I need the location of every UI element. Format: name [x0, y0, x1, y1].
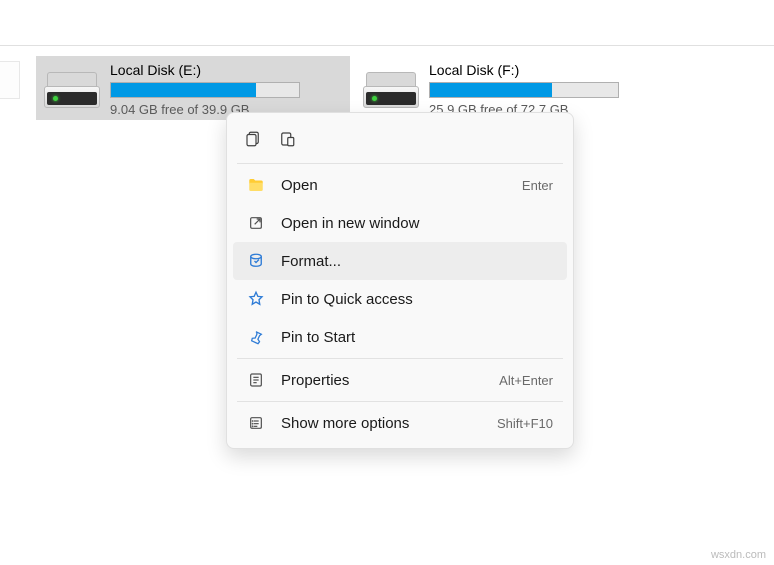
menu-divider [237, 163, 563, 164]
menu-toolbar [233, 119, 567, 161]
drive-item-e[interactable]: Local Disk (E:) 9.04 GB free of 39.9 GB [36, 56, 350, 120]
menu-shortcut: Enter [522, 178, 553, 193]
menu-item-properties[interactable]: Properties Alt+Enter [233, 361, 567, 399]
storage-bar [110, 82, 300, 98]
menu-item-open[interactable]: Open Enter [233, 166, 567, 204]
menu-label: Show more options [281, 415, 481, 432]
menu-item-open-new-window[interactable]: Open in new window [233, 204, 567, 242]
menu-label: Open [281, 177, 506, 194]
copy-icon[interactable] [243, 129, 263, 149]
menu-divider [237, 358, 563, 359]
menu-divider [237, 401, 563, 402]
pin-icon [247, 328, 265, 346]
drive-name: Local Disk (E:) [110, 62, 342, 78]
menu-label: Format... [281, 253, 553, 270]
more-options-icon [247, 414, 265, 432]
storage-bar [429, 82, 619, 98]
open-new-window-icon [247, 214, 265, 232]
menu-item-more-options[interactable]: Show more options Shift+F10 [233, 404, 567, 442]
paste-icon[interactable] [277, 129, 297, 149]
menu-item-pin-start[interactable]: Pin to Start [233, 318, 567, 356]
hard-drive-icon [44, 68, 100, 108]
drive-name: Local Disk (F:) [429, 62, 661, 78]
format-drive-icon [247, 252, 265, 270]
drive-info: Local Disk (F:) 25.9 GB free of 72.7 GB [429, 62, 661, 117]
menu-item-pin-quick-access[interactable]: Pin to Quick access [233, 280, 567, 318]
menu-label: Pin to Start [281, 329, 553, 346]
hard-drive-icon [363, 68, 419, 108]
properties-icon [247, 371, 265, 389]
drive-item-f[interactable]: Local Disk (F:) 25.9 GB free of 72.7 GB [355, 56, 669, 120]
folder-icon [247, 176, 265, 194]
drive-info: Local Disk (E:) 9.04 GB free of 39.9 GB [110, 62, 342, 117]
menu-shortcut: Alt+Enter [499, 373, 553, 388]
drive-stub-left [0, 61, 20, 99]
menu-item-format[interactable]: Format... [233, 242, 567, 280]
star-icon [247, 290, 265, 308]
menu-label: Open in new window [281, 215, 553, 232]
watermark: wsxdn.com [711, 549, 766, 561]
menu-shortcut: Shift+F10 [497, 416, 553, 431]
menu-label: Pin to Quick access [281, 291, 553, 308]
context-menu: Open Enter Open in new window Format... … [226, 112, 574, 449]
menu-label: Properties [281, 372, 483, 389]
toolbar-divider [0, 45, 774, 46]
